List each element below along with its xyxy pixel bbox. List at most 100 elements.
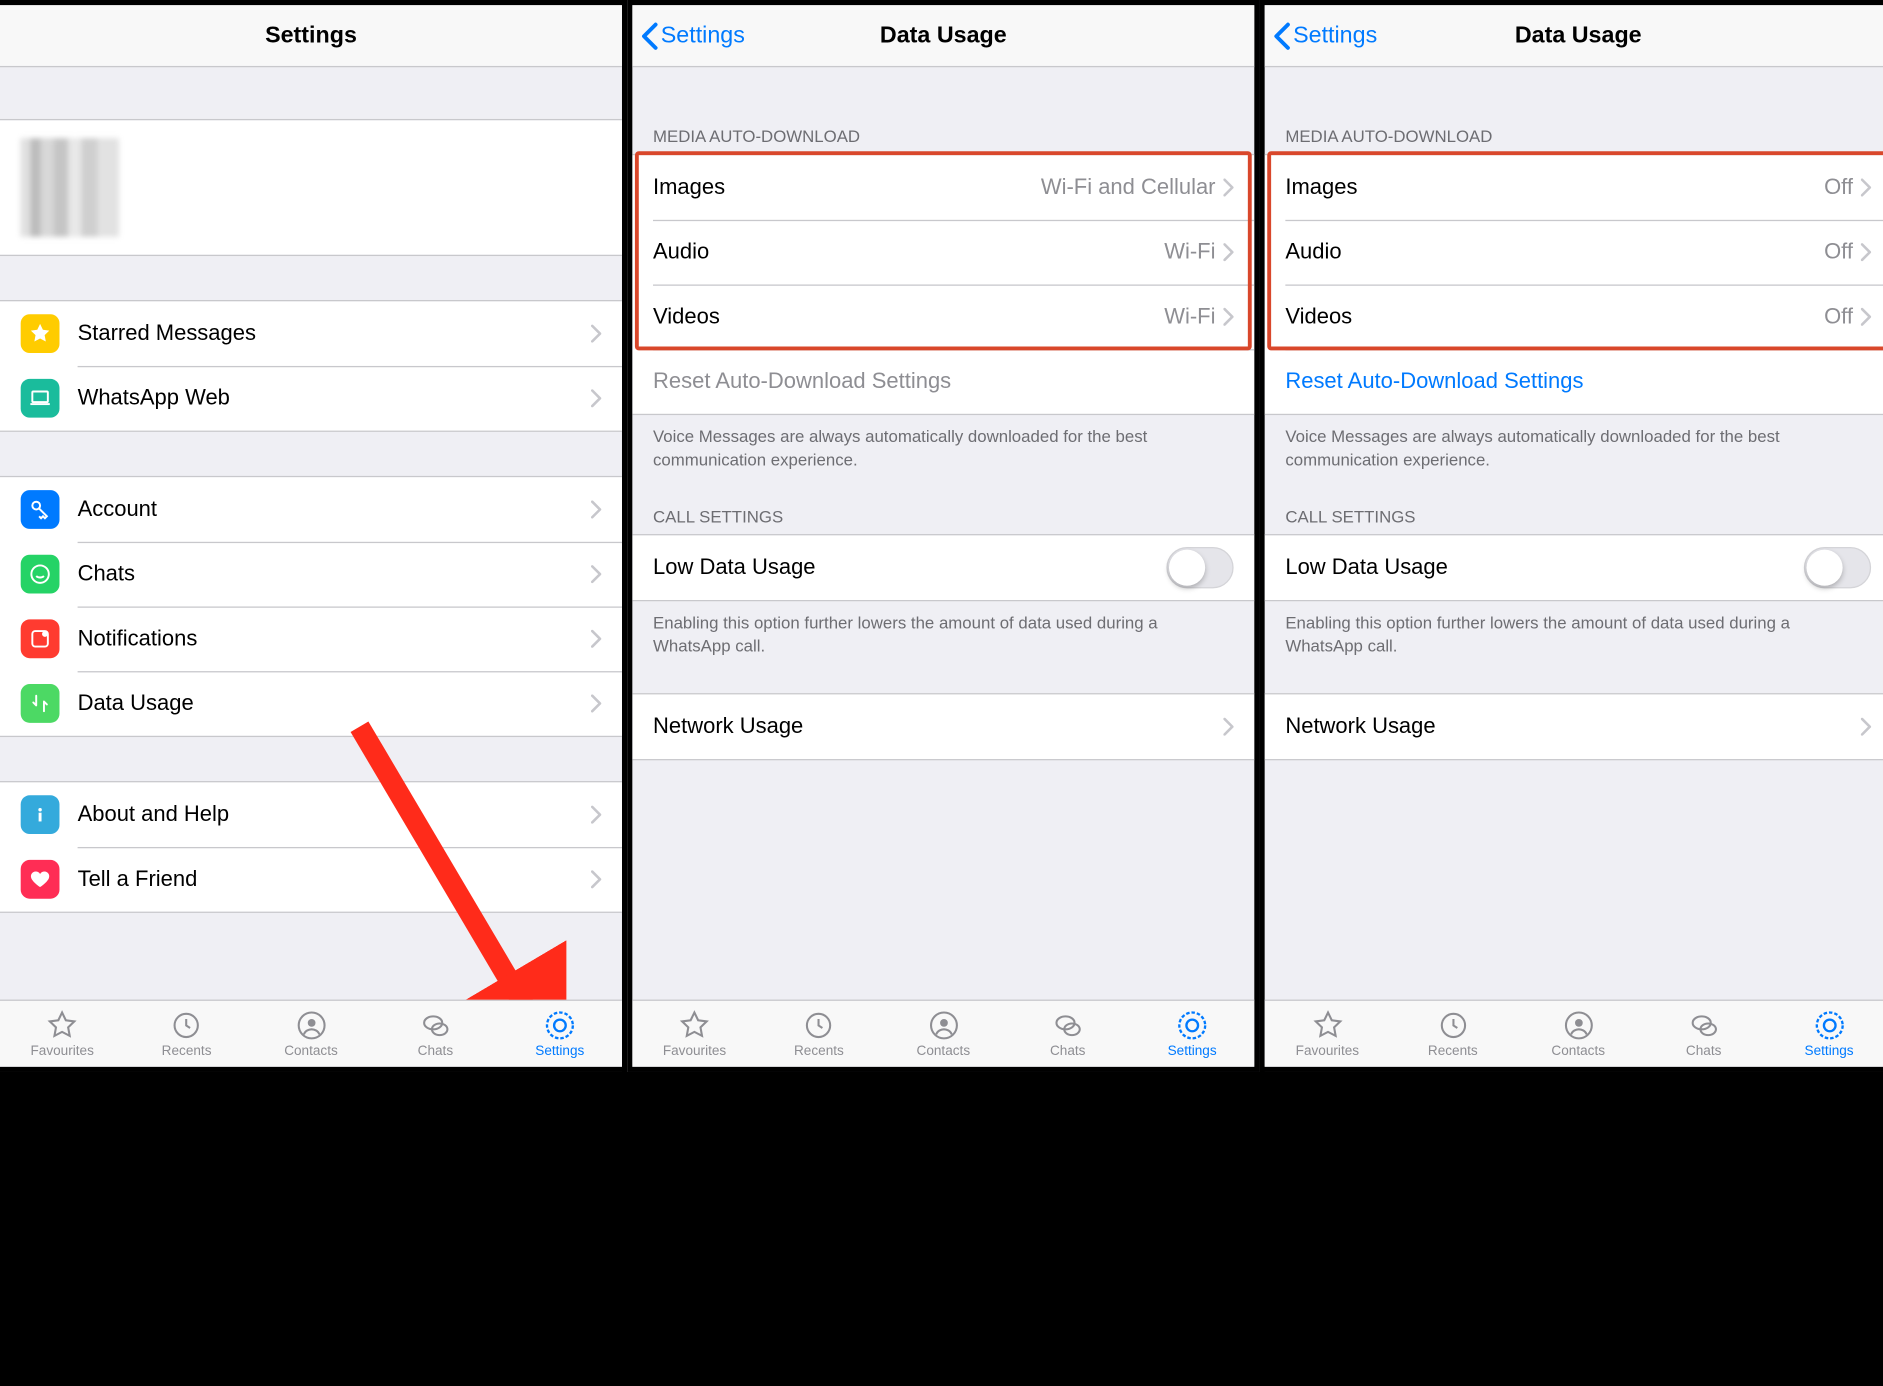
- row-account[interactable]: Account: [0, 477, 622, 542]
- back-button[interactable]: Settings: [640, 21, 745, 49]
- tabbar: Favourites Recents Contacts Chats Settin…: [1265, 1000, 1883, 1067]
- row-label: Images: [653, 175, 1041, 201]
- tab-label: Favourites: [30, 1043, 93, 1059]
- row-videos[interactable]: Videos Wi-Fi: [632, 284, 1254, 349]
- row-chats[interactable]: Chats: [0, 542, 622, 607]
- tab-label: Chats: [1050, 1043, 1085, 1059]
- tab-chats[interactable]: Chats: [373, 1001, 497, 1067]
- chevron-right-icon: [591, 325, 601, 343]
- screen-data-usage-before: Settings Data Usage MEDIA AUTO-DOWNLOAD …: [627, 0, 1259, 1072]
- row-low-data-usage[interactable]: Low Data Usage: [1265, 535, 1883, 600]
- row-label: Reset Auto-Download Settings: [653, 369, 1234, 395]
- chevron-right-icon: [591, 565, 601, 583]
- group-header-media: MEDIA AUTO-DOWNLOAD: [1265, 127, 1883, 154]
- group-footer-call: Enabling this option further lowers the …: [632, 601, 1254, 657]
- heart-icon: [21, 860, 60, 899]
- row-images[interactable]: Images Wi-Fi and Cellular: [632, 155, 1254, 220]
- row-audio[interactable]: Audio Off: [1265, 220, 1883, 285]
- row-videos[interactable]: Videos Off: [1265, 284, 1883, 349]
- chevron-right-icon: [591, 870, 601, 888]
- tab-contacts[interactable]: Contacts: [1516, 1001, 1641, 1067]
- tab-settings[interactable]: Settings: [498, 1001, 622, 1067]
- row-reset-auto-download: Reset Auto-Download Settings: [632, 349, 1254, 414]
- chevron-right-icon: [1861, 718, 1871, 736]
- back-label: Settings: [661, 22, 745, 49]
- navbar: Settings: [0, 5, 622, 67]
- back-button[interactable]: Settings: [1272, 21, 1377, 49]
- chevron-left-icon: [640, 21, 658, 49]
- row-label: Tell a Friend: [78, 866, 591, 892]
- page-title: Data Usage: [880, 22, 1007, 49]
- row-images[interactable]: Images Off: [1265, 155, 1883, 220]
- row-label: Network Usage: [1285, 714, 1860, 740]
- laptop-icon: [21, 379, 60, 418]
- row-data-usage[interactable]: Data Usage: [0, 671, 622, 736]
- tab-chats[interactable]: Chats: [1006, 1001, 1130, 1067]
- tab-contacts[interactable]: Contacts: [881, 1001, 1005, 1067]
- row-label: Network Usage: [653, 714, 1223, 740]
- group-header-call: CALL SETTINGS: [632, 507, 1254, 534]
- group-header-call: CALL SETTINGS: [1265, 507, 1883, 534]
- tab-label: Recents: [1428, 1043, 1478, 1059]
- tab-favourites[interactable]: Favourites: [0, 1001, 124, 1067]
- row-value: Off: [1824, 304, 1853, 330]
- tab-settings[interactable]: Settings: [1766, 1001, 1883, 1067]
- tab-recents[interactable]: Recents: [757, 1001, 881, 1067]
- tab-label: Contacts: [1551, 1043, 1605, 1059]
- tab-recents[interactable]: Recents: [1390, 1001, 1515, 1067]
- content: MEDIA AUTO-DOWNLOAD Images Off Audio Off…: [1265, 67, 1883, 999]
- row-low-data-usage[interactable]: Low Data Usage: [632, 535, 1254, 600]
- info-icon: [21, 795, 60, 834]
- tab-label: Favourites: [1296, 1043, 1359, 1059]
- chevron-right-icon: [1223, 243, 1233, 261]
- tab-label: Settings: [1168, 1043, 1217, 1059]
- group-footer-call: Enabling this option further lowers the …: [1265, 601, 1883, 657]
- row-value: Off: [1824, 239, 1853, 265]
- tab-label: Contacts: [917, 1043, 971, 1059]
- chevron-right-icon: [1861, 178, 1871, 196]
- switch-low-data[interactable]: [1166, 547, 1233, 588]
- row-label: Audio: [1285, 239, 1824, 265]
- row-label: Data Usage: [78, 691, 591, 717]
- tab-label: Settings: [1805, 1043, 1854, 1059]
- key-icon: [21, 490, 60, 529]
- switch-low-data[interactable]: [1804, 547, 1871, 588]
- content: MEDIA AUTO-DOWNLOAD Images Wi-Fi and Cel…: [632, 67, 1254, 999]
- row-label: WhatsApp Web: [78, 385, 591, 411]
- row-value: Wi-Fi: [1164, 239, 1215, 265]
- row-label: Videos: [1285, 304, 1824, 330]
- tab-label: Recents: [794, 1043, 844, 1059]
- row-whatsapp-web[interactable]: WhatsApp Web: [0, 366, 622, 431]
- tab-contacts[interactable]: Contacts: [249, 1001, 373, 1067]
- row-label: Chats: [78, 561, 591, 587]
- row-label: Videos: [653, 304, 1164, 330]
- tabbar: Favourites Recents Contacts Chats Settin…: [0, 1000, 622, 1067]
- tab-favourites[interactable]: Favourites: [632, 1001, 756, 1067]
- tab-label: Chats: [1686, 1043, 1721, 1059]
- star-icon: [21, 314, 60, 353]
- row-notifications[interactable]: Notifications: [0, 606, 622, 671]
- row-starred-messages[interactable]: Starred Messages: [0, 301, 622, 366]
- group-footer-media: Voice Messages are always automatically …: [1265, 415, 1883, 471]
- tab-label: Settings: [535, 1043, 584, 1059]
- row-value: Wi-Fi and Cellular: [1041, 175, 1216, 201]
- tab-recents[interactable]: Recents: [124, 1001, 248, 1067]
- row-network-usage[interactable]: Network Usage: [1265, 695, 1883, 760]
- row-label: Audio: [653, 239, 1164, 265]
- row-tell-friend[interactable]: Tell a Friend: [0, 847, 622, 912]
- tab-settings[interactable]: Settings: [1130, 1001, 1254, 1067]
- tab-favourites[interactable]: Favourites: [1265, 1001, 1390, 1067]
- group-header-media: MEDIA AUTO-DOWNLOAD: [632, 127, 1254, 154]
- row-network-usage[interactable]: Network Usage: [632, 695, 1254, 760]
- navbar: Settings Data Usage: [1265, 5, 1883, 67]
- row-audio[interactable]: Audio Wi-Fi: [632, 220, 1254, 285]
- chevron-right-icon: [1861, 308, 1871, 326]
- row-about-help[interactable]: About and Help: [0, 782, 622, 847]
- tab-chats[interactable]: Chats: [1641, 1001, 1766, 1067]
- chevron-right-icon: [591, 500, 601, 518]
- profile-row[interactable]: [0, 119, 622, 256]
- chevron-right-icon: [1223, 308, 1233, 326]
- row-reset-auto-download[interactable]: Reset Auto-Download Settings: [1265, 349, 1883, 414]
- row-label: Low Data Usage: [653, 555, 1166, 581]
- notifications-icon: [21, 619, 60, 658]
